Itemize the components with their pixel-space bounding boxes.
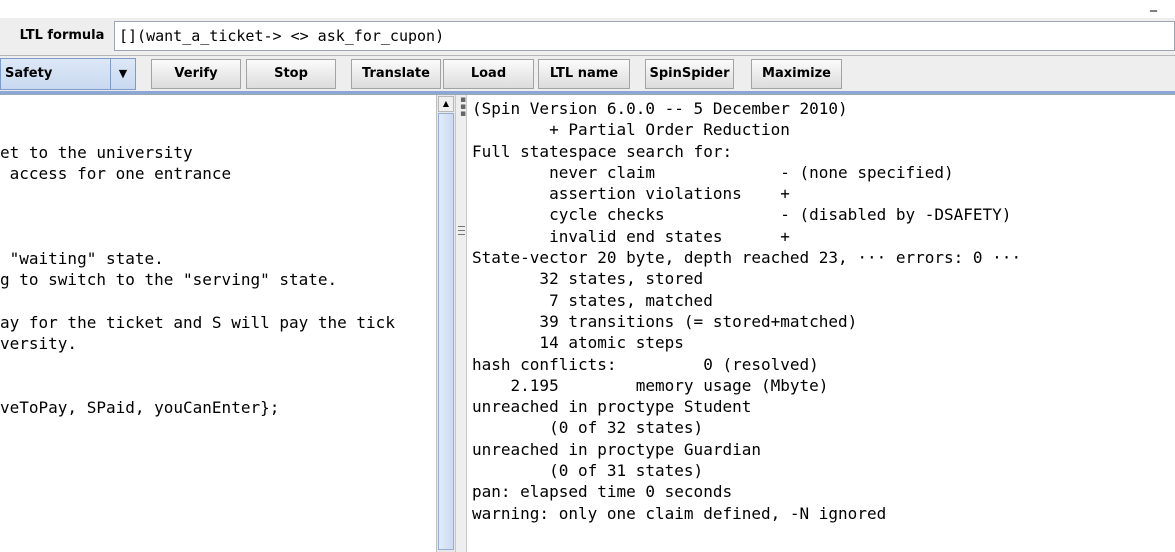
source-line: [0, 291, 395, 312]
output-line: + Partial Order Reduction: [472, 120, 790, 140]
output-line: hash conflicts: 0 (resolved): [472, 354, 819, 374]
toolbar: Safety ▼ Verify Stop Translate Load LTL …: [0, 56, 1175, 95]
source-line: [0, 205, 395, 226]
output-line: assertion violations +: [472, 184, 790, 204]
ltl-name-button[interactable]: LTL name: [538, 59, 630, 89]
output-line: never claim - (none specified): [472, 162, 954, 182]
source-line: veToPay, SPaid, youCanEnter};: [0, 398, 280, 418]
output-line: State-vector 20 byte, depth reached 23, …: [472, 248, 1022, 268]
source-text: et to the university access for one entr…: [0, 99, 395, 418]
source-line: et to the university: [0, 142, 193, 162]
source-editor[interactable]: et to the university access for one entr…: [0, 95, 436, 552]
ltl-formula-row: LTL formula [](want_a_ticket-> <> ask_fo…: [0, 18, 1175, 56]
output-line: warning: only one claim defined, -N igno…: [472, 503, 887, 523]
output-line: (Spin Version 6.0.0 -- 5 December 2010): [472, 99, 848, 118]
source-line: [0, 355, 395, 376]
output-line: pan: elapsed time 0 seconds: [472, 482, 733, 502]
source-line: "waiting" state.: [0, 249, 164, 269]
source-line: [0, 376, 395, 397]
scroll-thumb[interactable]: [438, 113, 454, 550]
output-line: unreached in proctype Student: [472, 397, 752, 417]
chevron-down-icon[interactable]: ▼: [110, 59, 135, 89]
output-line: invalid end states +: [472, 226, 790, 246]
source-line: g to switch to the "serving" state.: [0, 270, 338, 290]
maximize-button[interactable]: Maximize: [751, 59, 842, 89]
mode-select-value: Safety: [5, 66, 53, 81]
splitter-grip-icon[interactable]: [458, 226, 465, 235]
output-line: 7 states, matched: [472, 290, 713, 310]
output-line: Full statespace search for:: [472, 141, 733, 161]
source-line: [0, 227, 395, 248]
source-line: versity.: [0, 334, 78, 354]
output-line: 2.195 memory usage (Mbyte): [472, 375, 829, 395]
toolbar-edge: [0, 91, 1175, 94]
output-line: unreached in proctype Guardian: [472, 439, 761, 459]
output-line: (0 of 32 states): [472, 418, 704, 438]
output-line: (0 of 31 states): [472, 461, 704, 481]
mode-select[interactable]: Safety ▼: [0, 58, 136, 90]
source-scrollbar[interactable]: ▲: [436, 95, 455, 552]
stop-button[interactable]: Stop: [246, 59, 336, 89]
translate-button[interactable]: Translate: [351, 59, 441, 89]
source-line: ay for the ticket and S will pay the tic…: [0, 312, 395, 332]
verification-output[interactable]: (Spin Version 6.0.0 -- 5 December 2010) …: [467, 95, 1175, 552]
output-line: 32 states, stored: [472, 269, 704, 289]
load-button[interactable]: Load: [443, 59, 534, 89]
ltl-formula-input[interactable]: [](want_a_ticket-> <> ask_for_cupon): [114, 21, 1175, 51]
spinspider-button[interactable]: SpinSpider: [645, 59, 734, 89]
verify-button[interactable]: Verify: [151, 59, 241, 89]
output-line: 14 atomic steps: [472, 333, 684, 353]
source-line: [0, 184, 395, 205]
ltl-formula-label: LTL formula: [19, 28, 105, 43]
output-line: 39 transitions (= stored+matched): [472, 311, 858, 331]
source-line: [0, 99, 395, 120]
output-line: cycle checks - (disabled by -DSAFETY): [472, 205, 1012, 225]
output-text: (Spin Version 6.0.0 -- 5 December 2010) …: [472, 98, 1021, 524]
title-strip: _: [0, 0, 1175, 19]
source-line: [0, 120, 395, 141]
minimize-icon[interactable]: _: [1150, 0, 1157, 12]
source-line: access for one entrance: [0, 163, 232, 183]
pane-splitter[interactable]: ▪ ▪ ▪: [455, 95, 467, 552]
scroll-up-icon[interactable]: ▲: [438, 96, 454, 112]
splitter-dots-icon: ▪ ▪ ▪: [460, 95, 467, 119]
